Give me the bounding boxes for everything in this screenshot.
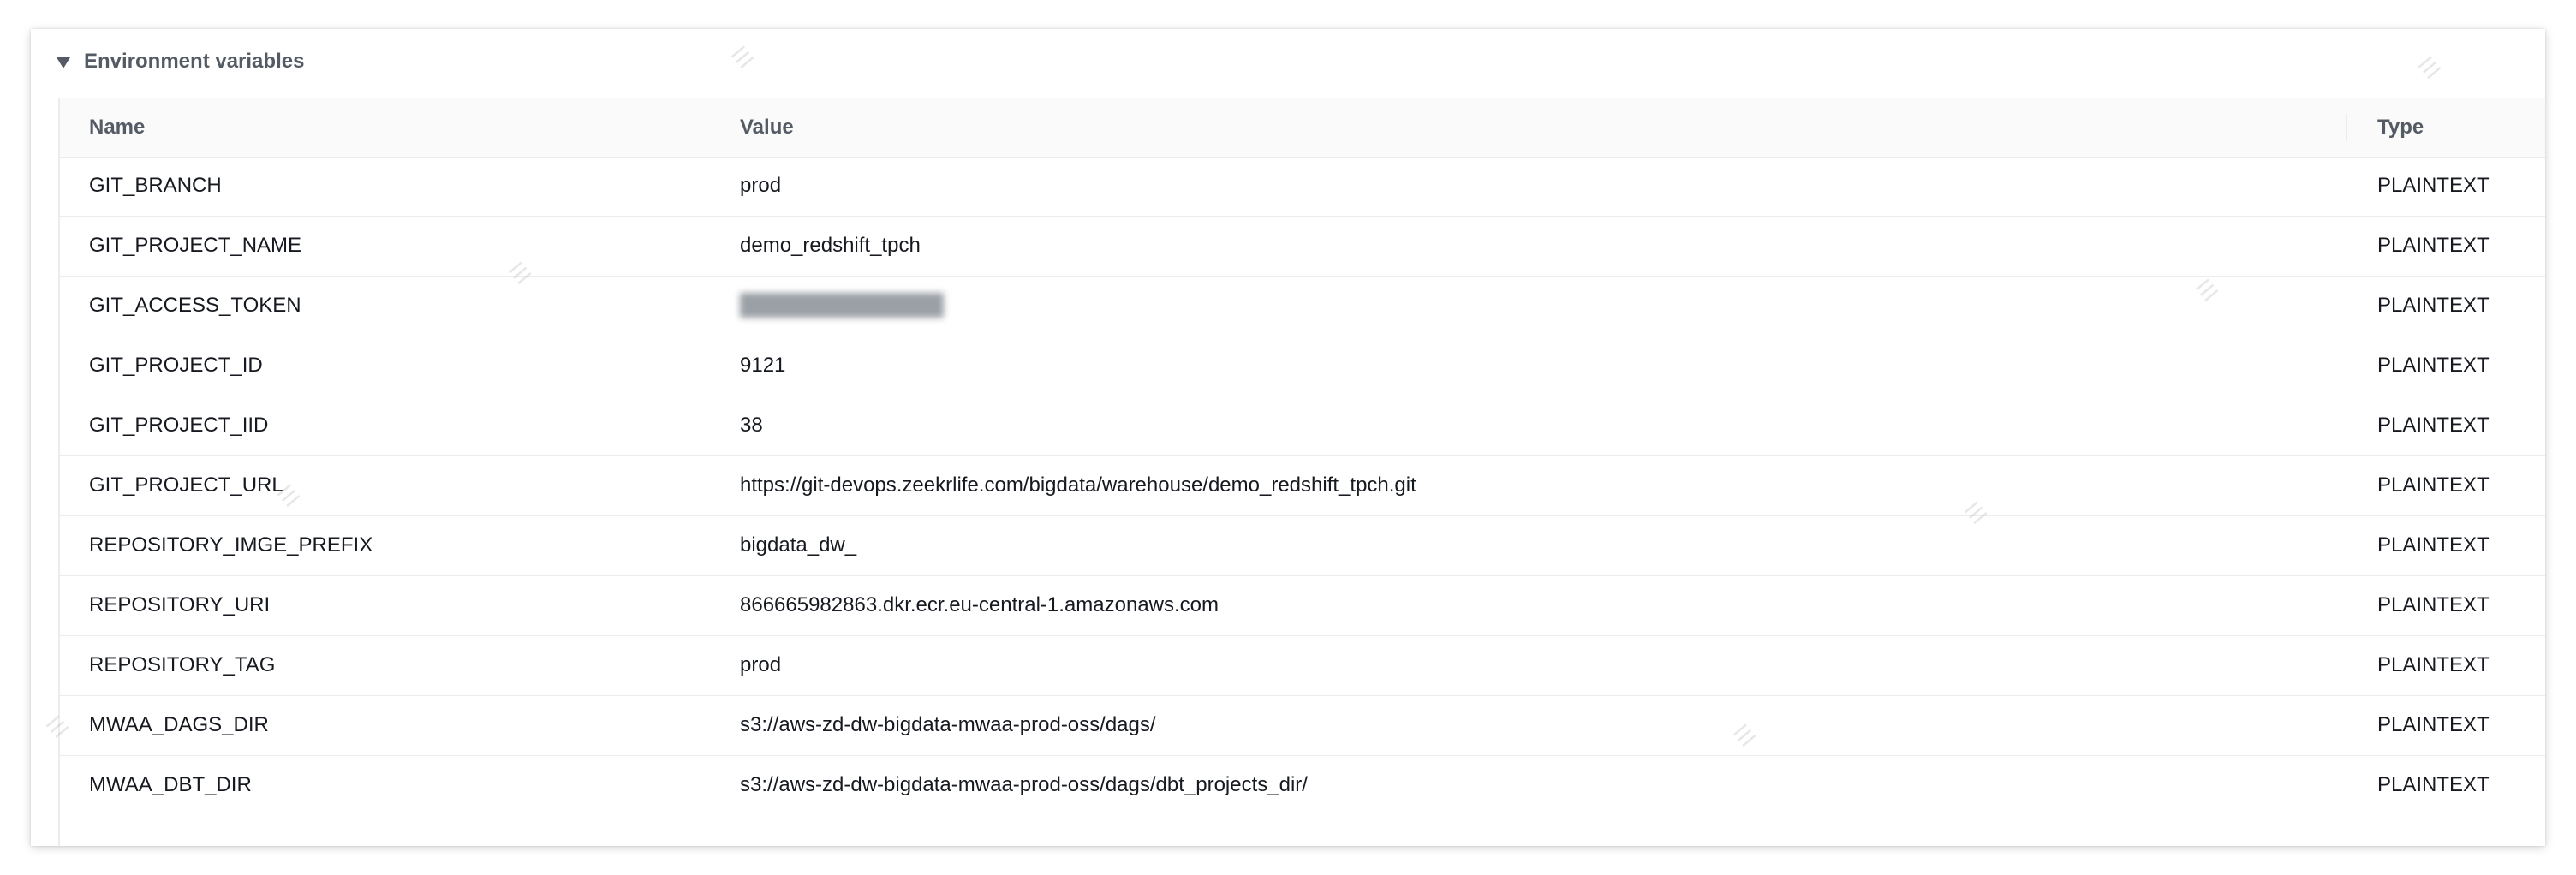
variable-value: s3://aws-zd-dw-bigdata-mwaa-prod-oss/dag… (740, 773, 1308, 796)
variable-value: 866665982863.dkr.ecr.eu-central-1.amazon… (740, 593, 1219, 616)
column-header-type: Type (2377, 116, 2424, 139)
environment-variables-panel: Environment variables Name Value Type GI… (31, 29, 2545, 846)
variable-value: s3://aws-zd-dw-bigdata-mwaa-prod-oss/dag… (740, 713, 1156, 736)
variable-type: PLAINTEXT (2377, 354, 2490, 377)
watermark: ☰ (2413, 51, 2446, 85)
variable-value: 38 (740, 414, 763, 437)
variable-type: PLAINTEXT (2377, 174, 2490, 197)
variable-value: prod (740, 174, 782, 197)
variable-type: PLAINTEXT (2377, 773, 2490, 796)
variable-value: https://git-devops.zeekrlife.com/bigdata… (740, 473, 1416, 497)
variable-name: GIT_PROJECT_ID (89, 354, 263, 377)
environment-variables-toggle[interactable]: Environment variables (57, 46, 304, 77)
variable-name: REPOSITORY_URI (89, 593, 271, 616)
column-divider (2346, 114, 2347, 141)
variable-value: prod (740, 653, 782, 676)
table-header: Name Value Type (60, 98, 2545, 158)
variable-name: GIT_PROJECT_IID (89, 414, 269, 437)
table-row: GIT_BRANCH prod PLAINTEXT (60, 156, 2545, 217)
variable-value: demo_redshift_tpch (740, 234, 921, 257)
table-row: GIT_PROJECT_IID 38 PLAINTEXT (60, 396, 2545, 456)
redacted-value: ██████████████ (740, 294, 945, 317)
variable-name: GIT_PROJECT_URL (89, 473, 283, 497)
variable-type: PLAINTEXT (2377, 414, 2490, 437)
variable-name: GIT_PROJECT_NAME (89, 234, 302, 257)
variable-name: MWAA_DBT_DIR (89, 773, 252, 796)
table-row: REPOSITORY_URI 866665982863.dkr.ecr.eu-c… (60, 575, 2545, 636)
variable-type: PLAINTEXT (2377, 653, 2490, 676)
table-row: GIT_PROJECT_NAME demo_redshift_tpch PLAI… (60, 216, 2545, 277)
table-row: MWAA_DAGS_DIR s3://aws-zd-dw-bigdata-mwa… (60, 695, 2545, 756)
column-header-value: Value (740, 116, 794, 139)
variable-name: GIT_ACCESS_TOKEN (89, 294, 301, 317)
table-row: MWAA_DBT_DIR s3://aws-zd-dw-bigdata-mwaa… (60, 755, 2545, 815)
watermark: ☰ (726, 41, 759, 74)
table-row: GIT_PROJECT_URL https://git-devops.zeekr… (60, 455, 2545, 516)
variable-name: GIT_BRANCH (89, 174, 222, 197)
variable-type: PLAINTEXT (2377, 234, 2490, 257)
variable-value: bigdata_dw_ (740, 533, 857, 557)
section-title: Environment variables (84, 50, 305, 73)
environment-variables-table: Name Value Type GIT_BRANCH prod PLAINTEX… (58, 98, 2545, 846)
caret-down-icon (57, 57, 70, 68)
variable-name: MWAA_DAGS_DIR (89, 713, 269, 736)
variable-name: REPOSITORY_IMGE_PREFIX (89, 533, 373, 557)
variable-type: PLAINTEXT (2377, 294, 2490, 317)
variable-value: 9121 (740, 354, 786, 377)
variable-type: PLAINTEXT (2377, 713, 2490, 736)
table-row: REPOSITORY_IMGE_PREFIX bigdata_dw_ PLAIN… (60, 515, 2545, 576)
variable-name: REPOSITORY_TAG (89, 653, 276, 676)
column-header-name: Name (89, 116, 146, 139)
table-row: GIT_PROJECT_ID 9121 PLAINTEXT (60, 336, 2545, 396)
table-row: REPOSITORY_TAG prod PLAINTEXT (60, 635, 2545, 696)
variable-type: PLAINTEXT (2377, 593, 2490, 616)
variable-type: PLAINTEXT (2377, 533, 2490, 557)
table-row: GIT_ACCESS_TOKEN ██████████████ PLAINTEX… (60, 276, 2545, 336)
variable-type: PLAINTEXT (2377, 473, 2490, 497)
